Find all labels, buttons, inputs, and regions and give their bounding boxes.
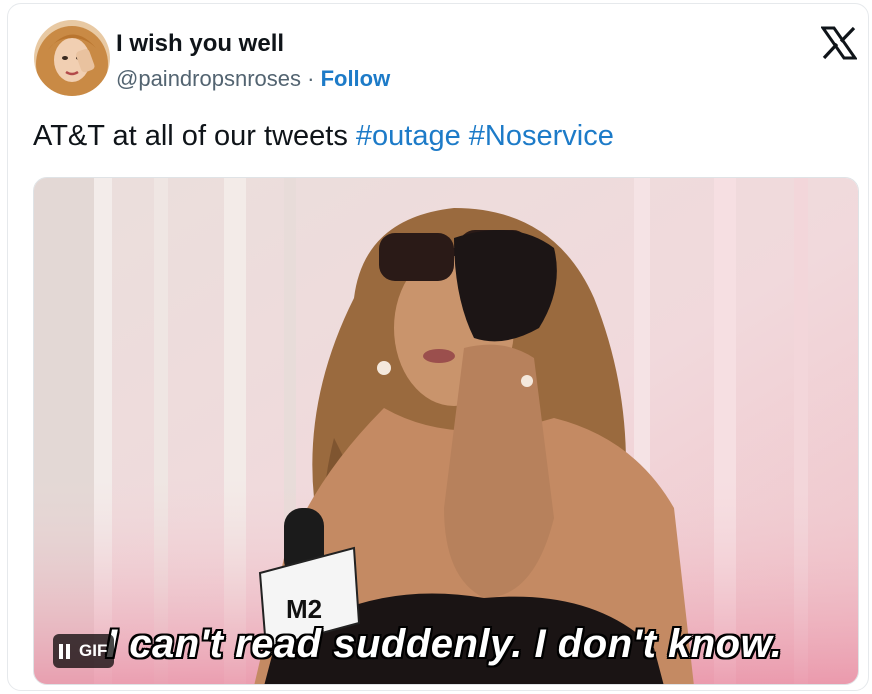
pause-icon[interactable]	[59, 643, 70, 659]
separator-dot: ·	[301, 66, 321, 91]
mic-flag-label: M2	[286, 594, 322, 624]
tweet-text: AT&T at all of our tweets #outage #Noser…	[33, 120, 614, 153]
gif-subtitle: I can't read suddenly. I don't know.	[106, 622, 783, 666]
avatar[interactable]	[34, 20, 110, 96]
gif-frame-image: M2	[34, 178, 858, 684]
display-name[interactable]: I wish you well	[116, 30, 284, 58]
handle-row: @paindropsnroses · Follow	[116, 66, 390, 92]
hashtag-outage[interactable]: #outage	[356, 120, 461, 152]
gif-media[interactable]: M2 I can't read suddenly. I don't know. …	[33, 177, 859, 685]
hashtag-noservice[interactable]: #Noservice	[469, 120, 614, 152]
x-logo-icon[interactable]	[820, 26, 858, 60]
user-handle[interactable]: @paindropsnroses	[116, 66, 301, 91]
follow-button[interactable]: Follow	[321, 66, 391, 91]
tweet-body: AT&T at all of our tweets	[33, 120, 356, 152]
gif-controls: GIF	[53, 634, 115, 668]
gif-badge-label: GIF	[79, 641, 108, 660]
